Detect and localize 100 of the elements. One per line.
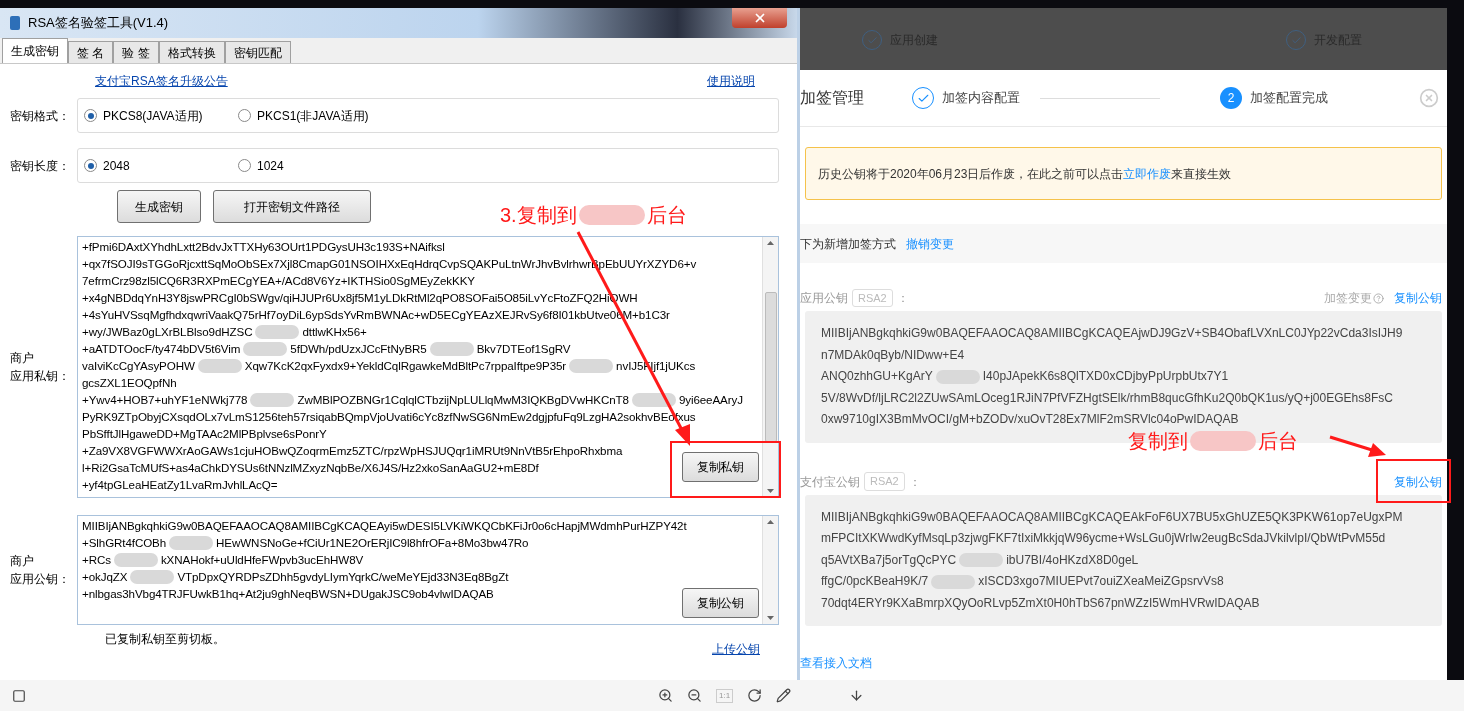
key-text: +nlbgas3hVbg4TRJFUwkB1hq+At2ju9ghNeqBWSN+DUgakJSC9ob4vlwIDAQAB: [82, 586, 494, 602]
key-text: ibU7BI/4oHKzdX8D0geL: [1006, 551, 1139, 569]
text-area[interactable]: [77, 515, 779, 625]
redaction-blur: [1190, 431, 1256, 451]
status-text: 已复制私钥至剪切板。: [105, 631, 225, 648]
tab[interactable]: 密钥匹配: [224, 41, 291, 63]
key-text: +Za9VX8VGFWWXrAoGAWs1cjuHOBwQZoqrmEmz5ZTC/rpzWpHSJUQqr1iMRUt9NnVtB5rEhpoRhxbma: [82, 443, 623, 459]
notice-text: 历史公钥将于2020年06月23日后作废，在此之前可以点击立即作废来直接生效: [818, 165, 1232, 183]
radio-button[interactable]: [84, 109, 97, 122]
field-label: 商户: [10, 553, 35, 570]
radio-label: 1024: [257, 157, 284, 175]
field-label: 密钥长度：: [9, 157, 71, 175]
key-text: MIIBIjANBgkqhkiG9w0BAQEFAAOCAQ8AMIIBCgKCAQEAjwDJ9GzV+SB4ObafLVXnLC0JYp22vCda3IsIJH9: [821, 325, 1403, 342]
key-text: Bkv7DTEof1SgRV: [476, 341, 571, 357]
pencil-icon: [776, 688, 792, 703]
action-button[interactable]: 打开密钥文件路径: [213, 190, 371, 223]
key-text: ZwMBlPOZBNGr1CqlqlCTbzijNpLULlqMwM3IQKBgDVwHKCnT8: [297, 392, 629, 408]
redaction-blur: [243, 341, 288, 356]
key-text: ANQ0zhhGU+KgArY: [821, 368, 933, 385]
key-text: kXNAHokf+uUldHfeFWpvb3ucEhHW8V: [160, 552, 364, 568]
download-icon: [849, 688, 865, 703]
redaction-blur: [255, 324, 300, 339]
key-text: dttlwKHx56+: [302, 324, 367, 340]
copy-button[interactable]: 复制私钥: [682, 452, 759, 482]
colon-text: ：: [896, 290, 909, 307]
key-text: 70dqt4ERYr9KXaBmrpXQyOoRLvp5ZmXt0H0hTbS67pnWZzI5WmHVRwIDAQAB: [821, 594, 1260, 612]
key-text: +SlhGRt4fCOBh: [82, 535, 167, 551]
tab[interactable]: 签 名: [68, 41, 114, 63]
radio-button[interactable]: [238, 109, 251, 122]
key-text: +Ywv4+HOB7+uhYF1eNWkj778: [82, 392, 248, 408]
annotation-text: 3.复制到: [500, 203, 577, 228]
window-title: RSA签名验签工具(V1.4): [28, 14, 169, 33]
key-text: I40pJApekK6s8QlTXD0xCDjbyPpUrpbUtx7Y1: [982, 368, 1229, 385]
radio-button[interactable]: [84, 159, 97, 172]
zoom-out-icon: [687, 688, 702, 703]
key-text: 0xw9710gIX3BmMvOCI/gM+bZODv/xuOvT28Ex7MlF2mSRVlc04oPwIDAQAB: [821, 411, 1239, 428]
zoom-in-icon: [658, 688, 673, 703]
upload-link[interactable]: 上传公钥: [712, 640, 760, 656]
tab[interactable]: 验 签: [113, 41, 159, 63]
key-text: n7MDAk0qByb/NIDww+E4: [821, 346, 965, 364]
key-text: mFPCItXKWwdKyfMsqLp3zjwgFKF7tIxiMkkjqW96ycme+WsLGu0jWrIw2eugBcSdaJVkilvlpI/QbWtPvM55d: [821, 530, 1386, 547]
help-icon: [1373, 292, 1384, 304]
algorithm-badge: RSA2: [864, 472, 905, 491]
redaction-blur: [113, 552, 158, 567]
key-text: +RCs: [82, 552, 111, 568]
key-text: vaIviKcCgYAsyPOHW: [82, 358, 195, 374]
step-label: 加签内容配置: [942, 89, 1020, 108]
redaction-blur: [250, 392, 295, 407]
key-text: 5fDWh/pdUzxJCcFtNyBR5: [290, 341, 427, 357]
link[interactable]: 支付宝RSA签名升级公告: [95, 72, 228, 90]
frame-icon: [12, 688, 26, 703]
step-number: 2: [1220, 87, 1242, 109]
app-icon: [10, 16, 20, 30]
modal-title: 加签管理: [800, 88, 865, 108]
redaction-blur: [169, 535, 214, 550]
tab[interactable]: 格式转换: [158, 41, 225, 63]
key-text: HEwWNSNoGe+fCiUr1NE2OrERjIC9l8hfrOFa+8Mo3bw47Ro: [216, 535, 529, 551]
key-label: 支付宝公钥: [800, 473, 860, 491]
colon-text: ：: [908, 473, 921, 491]
scroll-up-icon: [767, 241, 774, 245]
radio-label: PKCS1(非JAVA适用): [257, 107, 369, 125]
radio-label: 2048: [103, 157, 130, 175]
key-text: 5V/8WvDf/ljLRC2l2ZUwSAmLOceg1RJiN7PfVFZHgtSElk/rhmB8qucGfhKu2Q0bQK1us/yQ+j00EGEhs8FsC: [821, 389, 1393, 407]
key-text: MIIBIjANBgkqhkiG9w0BAQEFAAOCAQ8AMIIBCgKCAQEAkFoF6UX7BU5xGhUZE5QK3PKW61op7eUgxPM: [821, 508, 1403, 526]
redaction-blur: [197, 358, 242, 373]
field-label: 商户: [10, 350, 35, 367]
key-text: VTpDpxQYRDPsZDhh5gvdyLIymYqrkC/weMeYEjd33N3Eq8BgZt: [177, 569, 509, 585]
scrollbar[interactable]: [762, 516, 778, 624]
annotation-text: 复制到: [1128, 429, 1188, 454]
key-text: 9yi6eeAAryJ: [678, 392, 743, 408]
tab[interactable]: 生成密钥: [2, 38, 68, 63]
key-text: gcsZXL1EOQpfNh: [82, 375, 177, 391]
redaction-blur: [429, 341, 474, 356]
step-label: 加签配置完成: [1250, 89, 1328, 108]
info-text: 下为新增加签方式: [800, 235, 896, 253]
key-text: +aATDTOocF/ty474bDV5t6Vim: [82, 341, 241, 357]
redaction-blur: [569, 358, 614, 373]
radio-button[interactable]: [238, 159, 251, 172]
close-icon: [1419, 88, 1439, 108]
key-text: Xqw7KcK2qxFyxdx9+YekldCqlRgawkeMdBltPc7rppaIftpe9P35r: [244, 358, 567, 374]
text-area[interactable]: [77, 236, 779, 498]
field-label: 密钥格式：: [9, 107, 71, 125]
algorithm-badge: RSA2: [852, 288, 893, 308]
scroll-down-icon: [767, 616, 774, 620]
scroll-up-icon: [767, 520, 774, 524]
field-label: 应用公钥：: [10, 571, 71, 588]
redaction-blur: [130, 569, 175, 584]
action-button[interactable]: 生成密钥: [117, 190, 201, 223]
arrow: [1329, 435, 1386, 457]
rotate-icon: [747, 688, 763, 703]
redaction-blur: [631, 392, 676, 407]
scrollbar[interactable]: [762, 237, 778, 497]
link[interactable]: 使用说明: [707, 72, 755, 90]
key-text: ffgC/0pcKBeaH9K/7: [821, 573, 929, 590]
key-label: 应用公钥: [800, 290, 848, 307]
field-label: 应用私钥：: [10, 368, 71, 385]
scroll-down-icon: [767, 489, 774, 493]
close-button[interactable]: [732, 8, 787, 28]
copy-button[interactable]: 复制公钥: [682, 588, 759, 618]
key-text: +okJqZX: [82, 569, 128, 585]
